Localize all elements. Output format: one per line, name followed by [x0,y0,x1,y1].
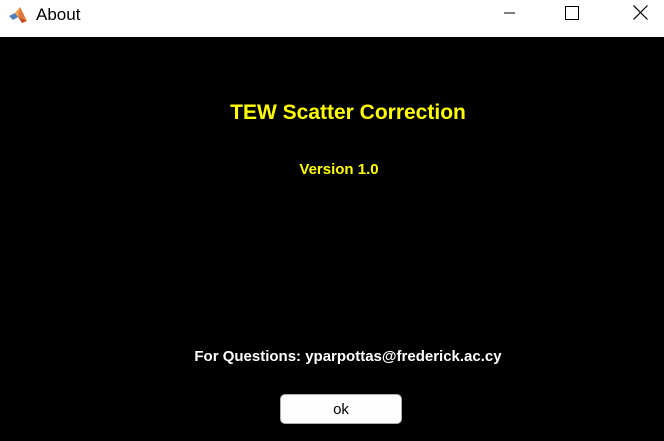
title-bar[interactable]: About [0,0,664,30]
close-icon [632,5,648,25]
close-button[interactable] [617,0,663,30]
window-title: About [36,5,81,24]
minimize-icon [504,6,516,24]
dialog-content: TEW Scatter Correction Version 1.0 For Q… [0,37,664,441]
version-label: Version 1.0 [299,161,379,178]
maximize-icon [565,5,579,25]
contact-label: For Questions: yparpottas@frederick.ac.c… [194,348,502,365]
ok-button[interactable]: ok [280,394,402,424]
app-heading: TEW Scatter Correction [230,101,466,124]
maximize-button[interactable] [549,0,595,30]
minimize-button[interactable] [487,0,533,30]
about-window: About TEW Scatter Correction Version 1.0… [0,0,664,441]
matlab-logo-icon [8,5,28,25]
